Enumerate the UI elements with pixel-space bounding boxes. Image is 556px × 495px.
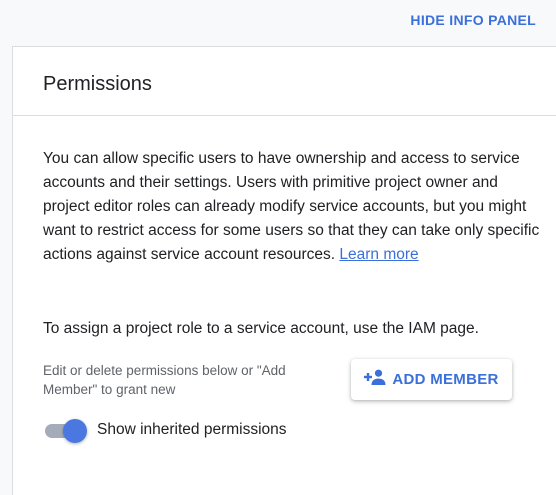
person-add-icon <box>364 369 386 390</box>
add-member-button[interactable]: ADD MEMBER <box>351 359 512 400</box>
description-text: You can allow specific users to have own… <box>43 150 540 263</box>
top-bar: HIDE INFO PANEL <box>0 0 556 46</box>
show-inherited-toggle[interactable] <box>43 417 89 443</box>
divider <box>13 115 556 116</box>
learn-more-link[interactable]: Learn more <box>339 246 418 263</box>
toggle-thumb <box>63 419 87 443</box>
add-member-hint: Edit or delete permissions below or "Add… <box>43 363 286 397</box>
permissions-description: You can allow specific users to have own… <box>43 147 543 267</box>
hide-info-panel-button[interactable]: HIDE INFO PANEL <box>410 12 536 28</box>
show-inherited-label: Show inherited permissions <box>97 421 287 438</box>
info-panel: Permissions You can allow specific users… <box>12 46 556 495</box>
iam-note: To assign a project role to a service ac… <box>43 320 479 337</box>
panel-title: Permissions <box>43 73 152 95</box>
add-member-label: ADD MEMBER <box>392 371 499 388</box>
